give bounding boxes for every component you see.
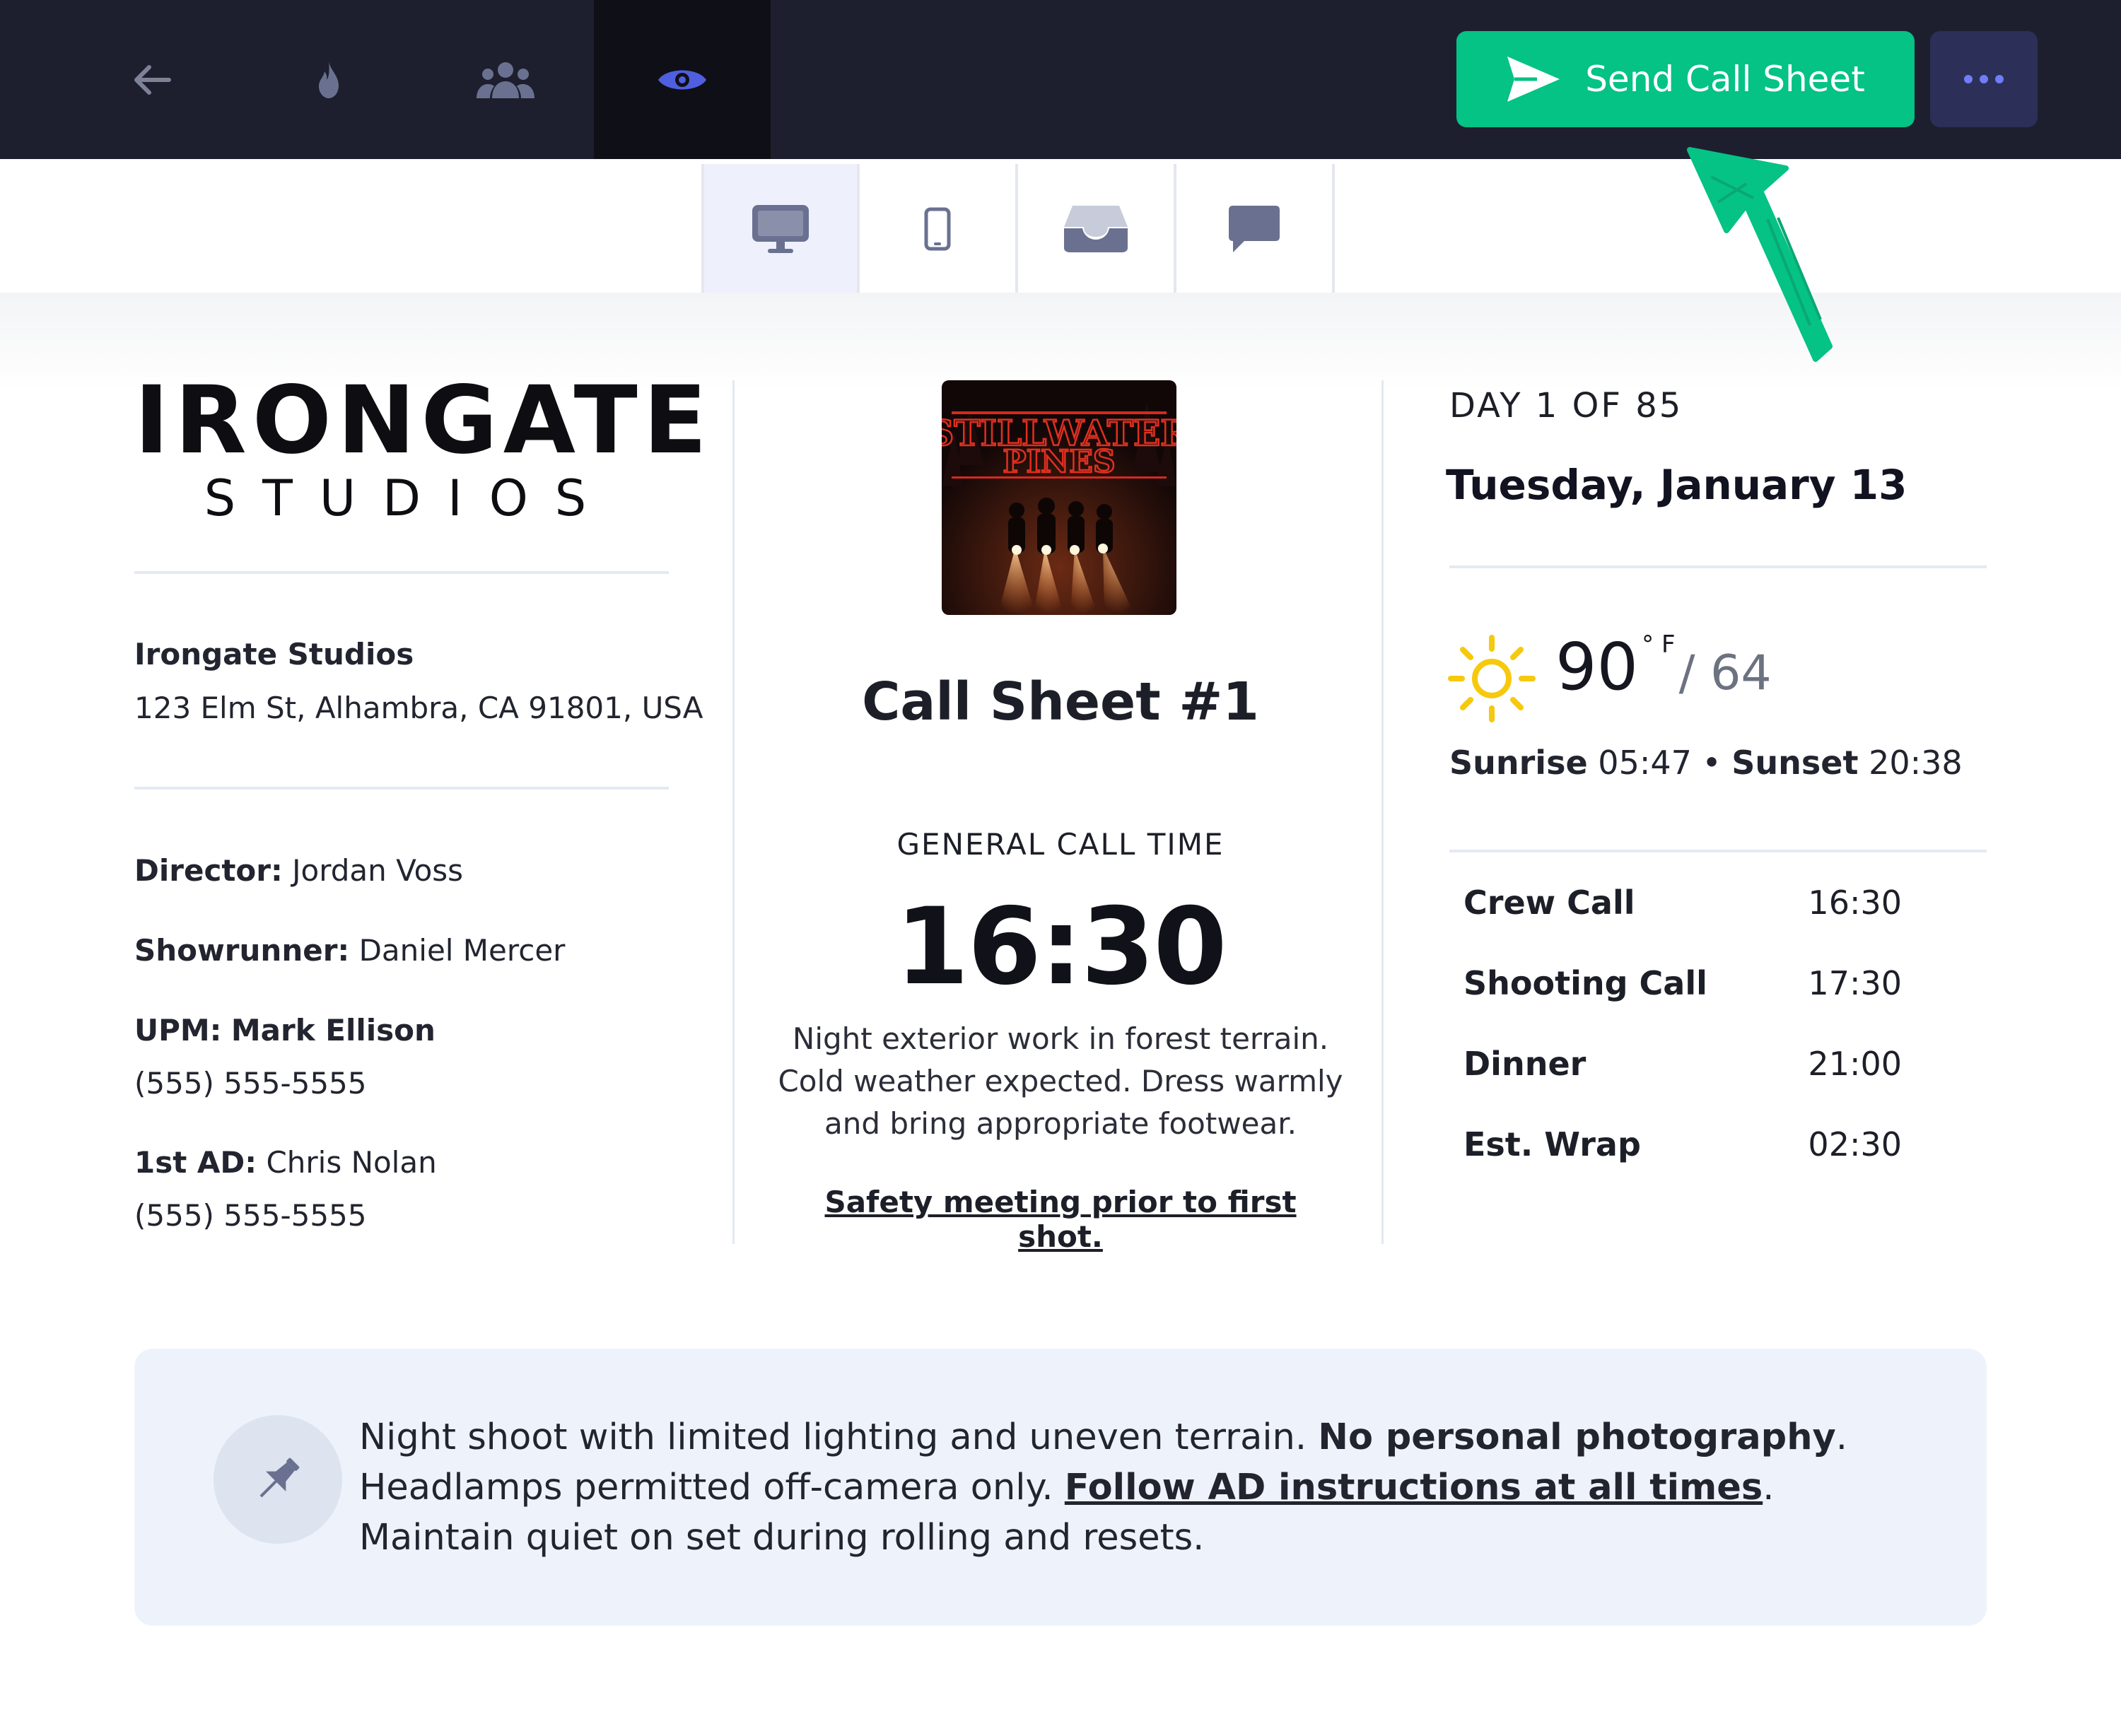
temperature: 90 ° F / 64 [1555, 629, 1772, 705]
first-ad-name: Chris Nolan [266, 1145, 437, 1180]
pinned-note: Night shoot with limited lighting and un… [134, 1349, 1987, 1626]
poster-title-line2: PINES [1003, 444, 1115, 480]
director-name: Jordan Voss [292, 853, 464, 888]
mobile-icon [924, 207, 951, 251]
shoot-date: Tuesday, January 13 [1446, 461, 1907, 509]
safety-note: Safety meeting prior to first shot. [824, 1185, 1297, 1254]
director-line: Director: Jordan Voss [134, 851, 463, 891]
schedule-row: Shooting Call 17:30 [1463, 964, 1902, 1002]
sunset-time: 20:38 [1869, 744, 1963, 782]
divider [1449, 565, 1987, 568]
schedule-time: 21:00 [1808, 1045, 1902, 1083]
view-switcher [701, 164, 1335, 294]
back-button[interactable] [64, 0, 240, 159]
schedule-time: 02:30 [1808, 1125, 1902, 1163]
showrunner-name: Daniel Mercer [358, 933, 566, 968]
eye-icon [658, 70, 706, 89]
general-call-label: GENERAL CALL TIME [896, 827, 1225, 862]
pin-badge [214, 1415, 342, 1544]
company-name: Irongate Studios [134, 637, 414, 671]
schedule-label: Dinner [1463, 1045, 1587, 1083]
temp-high: 90 [1555, 629, 1639, 705]
first-ad-line: 1st AD: Chris Nolan [134, 1143, 437, 1183]
shoot-day-label: DAY 1 OF 85 [1449, 386, 1683, 426]
schedule-row: Est. Wrap 02:30 [1463, 1125, 1902, 1163]
note-bold: No personal photography [1318, 1417, 1836, 1458]
back-arrow-icon [134, 64, 171, 95]
preview-button[interactable] [594, 0, 771, 159]
divider [134, 571, 669, 574]
column-divider [732, 380, 735, 1244]
first-ad-phone[interactable]: (555) 555-5555 [134, 1196, 367, 1236]
upm-label: UPM: [134, 1013, 222, 1048]
column-divider [1381, 380, 1384, 1244]
send-icon [1507, 57, 1560, 102]
temp-low: / 64 [1678, 645, 1772, 701]
flame-button[interactable] [240, 0, 417, 159]
desktop-view-button[interactable] [701, 164, 860, 294]
inbox-icon [1064, 206, 1128, 252]
show-poster: STILLWATER PINES [942, 380, 1176, 615]
general-call-time: 16:30 [895, 886, 1227, 1009]
schedule-label: Crew Call [1463, 884, 1635, 922]
company-address: 123 Elm St, Alhambra, CA 91801, USA [134, 691, 703, 725]
mobile-view-button[interactable] [860, 164, 1018, 294]
note-text: Night shoot with limited lighting and un… [359, 1412, 1936, 1563]
logo-main-text: IRONGATE [134, 366, 713, 475]
temp-unit: ° F [1642, 631, 1676, 659]
desktop-icon [752, 205, 809, 253]
schedule-time: 17:30 [1808, 964, 1902, 1002]
schedule-time: 16:30 [1808, 884, 1902, 922]
sun-times: Sunrise 05:47 • Sunset 20:38 [1449, 744, 1963, 782]
upm-name: Mark Ellison [230, 1013, 436, 1048]
more-dots-icon [1964, 75, 2004, 83]
call-notes: Night exterior work in forest terrain. C… [778, 1021, 1343, 1141]
schedule-label: Shooting Call [1463, 964, 1707, 1002]
schedule-label: Est. Wrap [1463, 1125, 1641, 1163]
more-options-button[interactable] [1930, 31, 2038, 127]
upm-phone[interactable]: (555) 555-5555 [134, 1064, 367, 1103]
sunset-label: Sunset [1731, 744, 1859, 782]
call-sheet-title: Call Sheet #1 [862, 671, 1259, 732]
note-underline: Follow AD instructions at all times [1064, 1467, 1763, 1508]
note-part1: Night shoot with limited lighting and un… [359, 1417, 1319, 1458]
pin-icon [259, 1458, 300, 1498]
logo-sub-text: STUDIOS [204, 469, 614, 527]
first-ad-label: 1st AD: [134, 1145, 257, 1180]
sun-separator: • [1702, 744, 1722, 782]
schedule-row: Crew Call 16:30 [1463, 884, 1902, 922]
divider [134, 787, 669, 790]
chat-icon [1229, 206, 1280, 252]
send-call-sheet-label: Send Call Sheet [1585, 59, 1865, 100]
showrunner-line: Showrunner: Daniel Mercer [134, 931, 565, 970]
upm-line: UPM: Mark Ellison [134, 1011, 436, 1050]
flame-icon [319, 61, 339, 98]
sun-icon [1448, 635, 1536, 722]
director-label: Director: [134, 853, 283, 888]
annotation-arrow-icon [1687, 147, 1833, 362]
team-button[interactable] [417, 0, 594, 159]
send-call-sheet-button[interactable]: Send Call Sheet [1456, 31, 1915, 127]
showrunner-label: Showrunner: [134, 933, 350, 968]
divider [1449, 850, 1987, 852]
sunrise-time: 05:47 [1598, 744, 1692, 782]
team-icon [477, 61, 534, 98]
schedule-row: Dinner 21:00 [1463, 1045, 1902, 1083]
inbox-view-button[interactable] [1018, 164, 1176, 294]
chat-view-button[interactable] [1176, 164, 1335, 294]
sunrise-label: Sunrise [1449, 744, 1588, 782]
company-logo: IRONGATE STUDIOS [134, 366, 713, 527]
